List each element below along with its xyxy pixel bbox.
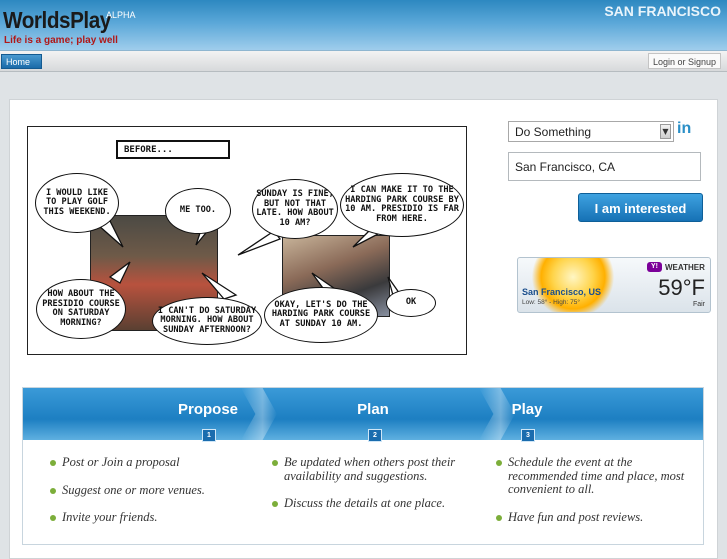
activity-select[interactable]: Do Something ▼	[508, 121, 674, 142]
tagline: Life is a game; play well	[4, 35, 118, 46]
list-item: Post or Join a proposal	[48, 455, 248, 470]
alpha-badge: ALPHA	[106, 10, 136, 20]
yahoo-logo-icon: Y!	[647, 262, 662, 272]
list-item: Be updated when others post their availa…	[270, 455, 470, 483]
list-item: Invite your friends.	[48, 510, 248, 525]
step-title-plan: Plan	[357, 401, 389, 418]
comic-bubble: ME TOO.	[165, 188, 231, 234]
how-it-works: Propose 1 Post or Join a proposal Sugges…	[22, 387, 704, 545]
site-header: WorldsPlay ALPHA Life is a game; play we…	[0, 0, 727, 50]
weather-widget[interactable]: San Francisco, US Low: 58° - High: 75° Y…	[517, 257, 711, 313]
comic-bubble: I WOULD LIKE TO PLAY GOLF THIS WEEKEND.	[35, 173, 119, 233]
in-label: in	[677, 120, 692, 137]
login-signup-button[interactable]: Login or Signup	[647, 53, 721, 69]
comic-bubble: HOW ABOUT THE PRESIDIO COURSE ON SATURDA…	[36, 279, 126, 339]
step-number: 3	[521, 429, 535, 442]
location-input[interactable]: San Francisco, CA	[508, 152, 701, 181]
weather-label: WEATHER	[665, 263, 705, 272]
step-title-play: Play	[511, 401, 543, 418]
activity-select-value: Do Something	[515, 125, 592, 139]
step-list-propose: Post or Join a proposal Suggest one or m…	[48, 455, 248, 539]
city-name: SAN FRANCISCO	[604, 3, 721, 19]
comic-bubble: I CAN'T DO SATURDAY MORNING. HOW ABOUT S…	[152, 297, 262, 345]
comic-bubble: I CAN MAKE IT TO THE HARDING PARK COURSE…	[340, 173, 464, 237]
step-title-propose: Propose	[177, 401, 238, 418]
interested-button[interactable]: I am interested	[578, 193, 703, 222]
weather-condition: Fair	[692, 301, 705, 308]
step-number: 1	[202, 429, 216, 442]
comic-bubble: OKAY, LET'S DO THE HARDING PARK COURSE A…	[264, 287, 378, 343]
step-list-plan: Be updated when others post their availa…	[270, 455, 470, 525]
nav-bar: Home Login or Signup	[0, 50, 727, 72]
comic-bubble: SUNDAY IS FINE, BUT NOT THAT LATE. HOW A…	[252, 179, 338, 239]
comic-strip: BEFORE... I WOULD LIKE TO PLAY GOLF THIS…	[27, 126, 467, 355]
list-item: Schedule the event at the recommended ti…	[494, 455, 699, 497]
step-number: 2	[368, 429, 382, 442]
home-tab[interactable]: Home	[1, 54, 42, 69]
step-list-play: Schedule the event at the recommended ti…	[494, 455, 699, 538]
list-item: Suggest one or more venues.	[48, 483, 248, 498]
list-item: Discuss the details at one place.	[270, 496, 470, 511]
weather-temp: 59°F	[658, 275, 705, 300]
weather-low-high: Low: 58° - High: 75°	[522, 299, 580, 306]
site-logo[interactable]: WorldsPlay	[3, 7, 111, 34]
comic-bubble: OK	[386, 289, 436, 317]
weather-city: San Francisco, US	[522, 287, 602, 297]
dropdown-arrow-icon[interactable]: ▼	[660, 124, 671, 139]
list-item: Have fun and post reviews.	[494, 510, 699, 525]
